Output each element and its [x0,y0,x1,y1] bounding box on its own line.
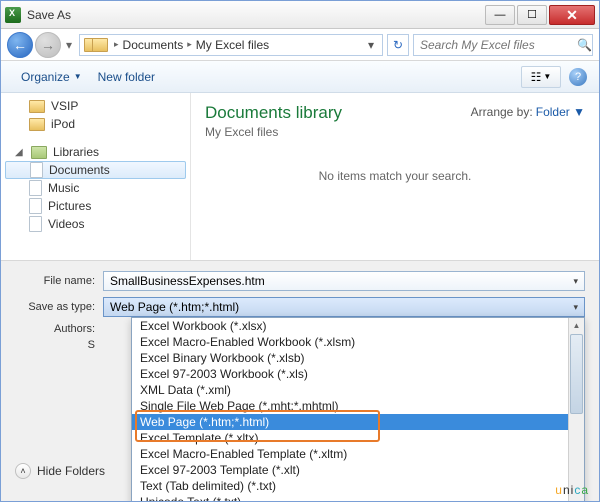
titlebar: Save As — ☐ ✕ [1,1,599,29]
authors-label: Authors: [15,323,103,335]
help-button[interactable]: ? [569,68,587,86]
form-area: File name: SmallBusinessExpenses.htm ▾ S… [1,261,599,363]
chevron-down-icon[interactable]: ▾ [573,276,578,287]
filetype-option-selected[interactable]: Web Page (*.htm;*.html) [132,414,568,430]
folder-icon [29,100,45,113]
label-fragment: S [15,339,103,351]
tree-item-documents[interactable]: Documents [5,161,186,179]
breadcrumb[interactable]: ▸ Documents ▸ My Excel files ▾ [79,34,383,56]
forward-button: → [35,32,61,58]
scroll-up-button[interactable]: ▲ [569,318,584,332]
chevron-down-icon: ▼ [543,72,551,81]
filetype-option[interactable]: Excel Template (*.xltx) [132,430,568,446]
filename-field[interactable]: SmallBusinessExpenses.htm ▾ [103,271,585,291]
excel-icon [5,7,21,23]
savetype-field[interactable]: Web Page (*.htm;*.html) ▾ [103,297,585,317]
pictures-icon [29,198,42,214]
navbar: ← → ▾ ▸ Documents ▸ My Excel files ▾ ↻ 🔍 [1,29,599,61]
chevron-down-icon: ▼ [74,72,82,81]
filetype-option[interactable]: Excel Binary Workbook (*.xlsb) [132,350,568,366]
search-input[interactable] [420,38,577,52]
tree-item-vsip[interactable]: VSIP [1,97,190,115]
tree-item-ipod[interactable]: iPod [1,115,190,133]
save-as-dialog: Save As — ☐ ✕ ← → ▾ ▸ Documents ▸ My Exc… [0,0,600,502]
view-options-button[interactable]: ☷ ▼ [521,66,561,88]
chevron-right-icon: ▸ [183,39,196,50]
filetype-option[interactable]: Excel Workbook (*.xlsx) [132,318,568,334]
filetype-option[interactable]: XML Data (*.xml) [132,382,568,398]
breadcrumb-segment[interactable]: Documents [123,38,184,52]
arrange-by-link[interactable]: Folder ▼ [536,105,585,119]
document-icon [30,162,43,178]
folder-icon [29,118,45,131]
arrange-by: Arrange by: Folder ▼ [471,105,585,119]
filetype-option[interactable]: Excel 97-2003 Template (*.xlt) [132,462,568,478]
view-icon: ☷ [531,70,542,84]
filename-label: File name: [15,275,103,287]
tree-item-music[interactable]: Music [1,179,190,197]
empty-message: No items match your search. [205,169,585,183]
watermark: unica [555,469,589,501]
chevron-right-icon: ▸ [110,39,123,50]
filetype-option[interactable]: Excel 97-2003 Workbook (*.xls) [132,366,568,382]
savetype-dropdown[interactable]: Excel Workbook (*.xlsx) Excel Macro-Enab… [131,317,585,502]
search-icon[interactable]: 🔍 [577,38,592,52]
videos-icon [29,216,42,232]
filetype-option[interactable]: Single File Web Page (*.mht;*.mhtml) [132,398,568,414]
refresh-button[interactable]: ↻ [387,34,409,56]
folder-icon [92,38,108,52]
new-folder-button[interactable]: New folder [90,66,163,88]
libraries-icon [31,146,47,159]
filetype-option[interactable]: Excel Macro-Enabled Template (*.xltm) [132,446,568,462]
close-button[interactable]: ✕ [549,5,595,25]
hide-folders-button[interactable]: ˄ Hide Folders [15,463,105,479]
maximize-button[interactable]: ☐ [517,5,547,25]
tree-item-libraries[interactable]: ◢Libraries [1,143,190,161]
navigation-tree: VSIP iPod ◢Libraries Documents Music Pic… [1,93,191,260]
search-box[interactable]: 🔍 [413,34,593,56]
content-pane: Documents library My Excel files Arrange… [191,93,599,260]
collapse-icon[interactable]: ◢ [15,147,25,158]
content-subtitle: My Excel files [205,125,585,139]
tree-item-videos[interactable]: Videos [1,215,190,233]
savetype-label: Save as type: [15,301,103,313]
chevron-up-icon: ˄ [15,463,31,479]
minimize-button[interactable]: — [485,5,515,25]
organize-button[interactable]: Organize ▼ [13,66,90,88]
chevron-down-icon[interactable]: ▾ [368,38,374,52]
breadcrumb-segment[interactable]: My Excel files [196,38,269,52]
music-icon [29,180,42,196]
window-title: Save As [27,8,71,22]
filetype-option[interactable]: Unicode Text (*.txt) [132,494,568,502]
filetype-option[interactable]: Excel Macro-Enabled Workbook (*.xlsm) [132,334,568,350]
filetype-option[interactable]: Text (Tab delimited) (*.txt) [132,478,568,494]
nav-history-dropdown[interactable]: ▾ [63,32,75,58]
tree-item-pictures[interactable]: Pictures [1,197,190,215]
back-button[interactable]: ← [7,32,33,58]
chevron-down-icon[interactable]: ▾ [573,302,578,313]
scroll-thumb[interactable] [570,334,583,414]
toolbar: Organize ▼ New folder ☷ ▼ ? [1,61,599,93]
